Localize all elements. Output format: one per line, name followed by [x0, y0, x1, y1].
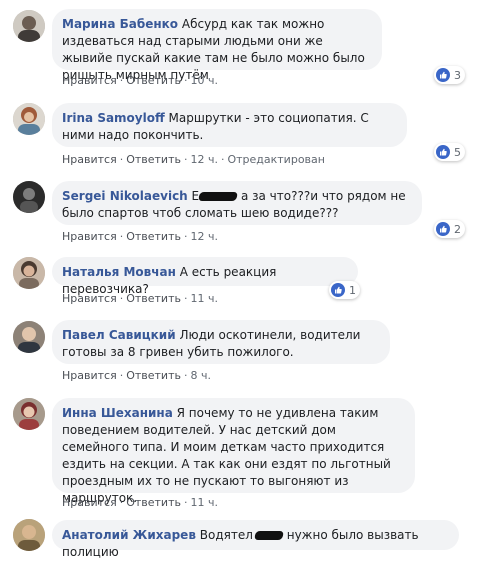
comment-actions: Нравится · Ответить · 12 ч. · Отредактирован: [62, 153, 325, 166]
reply-link[interactable]: Ответить: [126, 153, 181, 166]
comment-author[interactable]: Павел Савицкий: [62, 328, 176, 342]
avatar-image: [13, 181, 45, 213]
comment-text-prefix: Водятел: [199, 528, 253, 542]
avatar-image: [13, 519, 45, 551]
comment-time[interactable]: 12 ч.: [190, 153, 218, 166]
avatar-image: [13, 321, 45, 353]
comment-time[interactable]: 10 ч.: [190, 74, 218, 87]
comment-time[interactable]: 11 ч.: [190, 292, 218, 305]
avatar[interactable]: [13, 10, 45, 42]
redaction-mark: [253, 531, 284, 540]
reaction-count[interactable]: 2: [434, 220, 465, 238]
like-icon: [331, 283, 345, 297]
avatar[interactable]: [13, 519, 45, 551]
comment-author[interactable]: Марина Бабенко: [62, 17, 178, 31]
comment-bubble: Наталья Мовчан А есть реакция перевозчик…: [52, 257, 358, 296]
comment-bubble: Анатолий Жихарев Водятел нужно было вызв…: [52, 520, 459, 559]
comment-actions: Нравится · Ответить · 12 ч.: [62, 230, 218, 243]
reaction-count[interactable]: 3: [434, 66, 465, 84]
comment-actions: Нравится · Ответить · 11 ч.: [62, 292, 218, 305]
like-link[interactable]: Нравится: [62, 74, 117, 87]
avatar-image: [13, 103, 45, 135]
comment-bubble: Irina Samoyloff Маршрутки - это социопат…: [52, 103, 407, 147]
like-icon: [436, 145, 450, 159]
reaction-number: 5: [454, 145, 461, 159]
comment-actions: Нравится · Ответить · 8 ч.: [62, 369, 211, 382]
reply-link[interactable]: Ответить: [126, 230, 181, 243]
comment-text: Я почему то не удивлена таким поведением…: [62, 406, 391, 505]
edited-label[interactable]: Отредактирован: [227, 153, 325, 166]
avatar-image: [13, 10, 45, 42]
reaction-number: 1: [349, 283, 356, 297]
avatar[interactable]: [13, 257, 45, 289]
reply-link[interactable]: Ответить: [126, 74, 181, 87]
comment-author[interactable]: Наталья Мовчан: [62, 265, 176, 279]
reply-link[interactable]: Ответить: [126, 369, 181, 382]
comment-actions: Нравится · Ответить · 11 ч.: [62, 496, 218, 509]
redaction-mark: [198, 192, 239, 201]
like-link[interactable]: Нравится: [62, 292, 117, 305]
like-link[interactable]: Нравится: [62, 496, 117, 509]
reaction-number: 2: [454, 222, 461, 236]
comment-time[interactable]: 11 ч.: [190, 496, 218, 509]
reaction-count[interactable]: 5: [434, 143, 465, 161]
reply-link[interactable]: Ответить: [126, 292, 181, 305]
comment-time[interactable]: 12 ч.: [190, 230, 218, 243]
avatar[interactable]: [13, 181, 45, 213]
comment-author[interactable]: Sergei Nikolaevich: [62, 189, 188, 203]
comment-author[interactable]: Irina Samoyloff: [62, 111, 165, 125]
like-link[interactable]: Нравится: [62, 369, 117, 382]
avatar[interactable]: [13, 321, 45, 353]
comment-bubble: Павел Савицкий Люди оскотинели, водители…: [52, 320, 390, 364]
reply-link[interactable]: Ответить: [126, 496, 181, 509]
avatar[interactable]: [13, 398, 45, 430]
like-link[interactable]: Нравится: [62, 230, 117, 243]
like-icon: [436, 68, 450, 82]
comment-bubble: Sergei Nikolaevich Е а за что???и что ря…: [52, 181, 422, 225]
comment-bubble: Инна Шеханина Я почему то не удивлена та…: [52, 398, 415, 505]
comment-actions: Нравится · Ответить · 10 ч.: [62, 74, 218, 87]
comment-time[interactable]: 8 ч.: [190, 369, 211, 382]
reaction-count[interactable]: 1: [329, 281, 360, 299]
comment-author[interactable]: Инна Шеханина: [62, 406, 173, 420]
like-link[interactable]: Нравится: [62, 153, 117, 166]
comment-bubble: Марина Бабенко Абсурд как так можно изде…: [52, 9, 382, 82]
like-icon: [436, 222, 450, 236]
avatar-image: [13, 257, 45, 289]
comment-author[interactable]: Анатолий Жихарев: [62, 528, 196, 542]
avatar[interactable]: [13, 103, 45, 135]
avatar-image: [13, 398, 45, 430]
reaction-number: 3: [454, 68, 461, 82]
